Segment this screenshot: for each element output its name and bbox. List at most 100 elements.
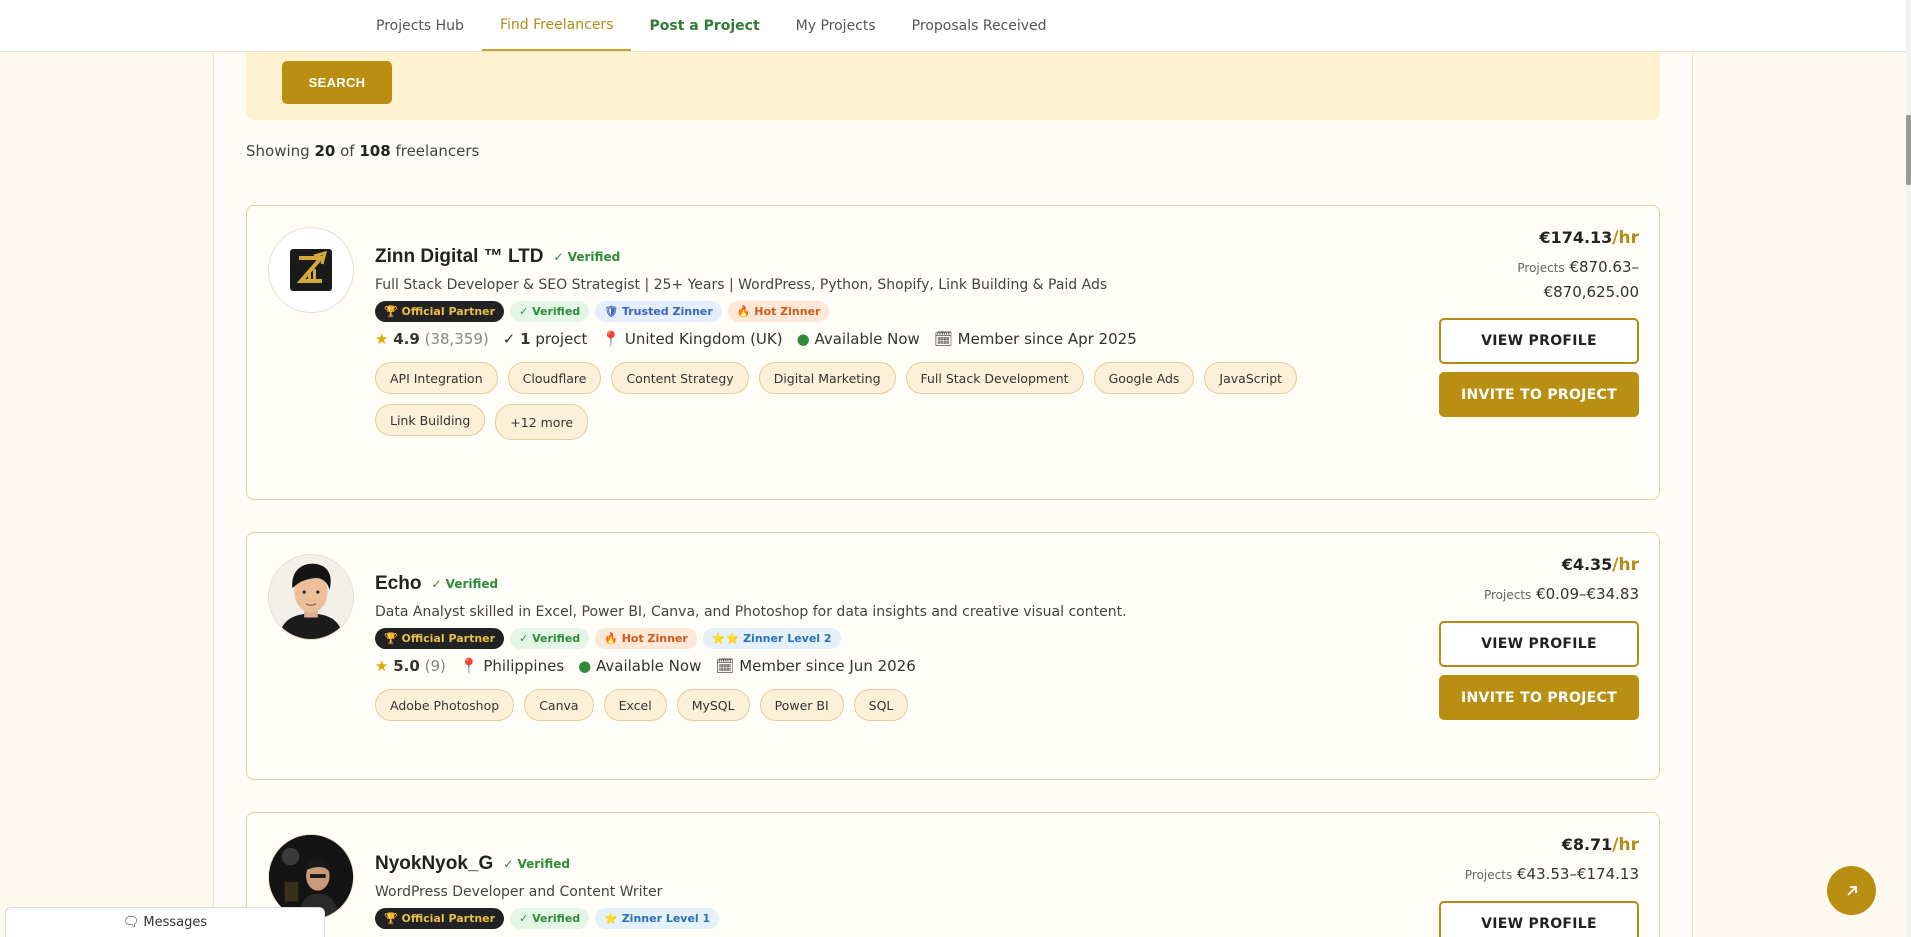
nav-proposals-received[interactable]: Proposals Received <box>894 0 1065 51</box>
projects-label: Projects <box>1464 868 1513 882</box>
location-pin-icon: 📍 <box>601 330 621 348</box>
skill-tag[interactable]: SQL <box>853 689 909 721</box>
review-count: (9) <box>424 657 446 675</box>
check-icon: ✓ <box>502 330 516 348</box>
pricing-panel: €4.35/hr Projects €0.09–€34.83 VIEW PROF… <box>1419 555 1639 720</box>
skills-list: Adobe Photoshop Canva Excel MySQL Power … <box>375 689 1375 721</box>
location-pin-icon: 📍 <box>459 657 479 675</box>
view-profile-button[interactable]: VIEW PROFILE <box>1439 901 1639 937</box>
freelancer-name[interactable]: Echo <box>375 573 421 595</box>
skill-tag[interactable]: Adobe Photoshop <box>375 689 515 721</box>
freelancer-name[interactable]: NyokNyok_G <box>375 853 493 875</box>
results-suffix: freelancers <box>395 142 480 160</box>
skill-tag[interactable]: Google Ads <box>1093 362 1195 394</box>
badge-trusted-zinner: 🛡 Trusted Zinner <box>595 301 722 322</box>
arrow-up-right-icon <box>1846 885 1857 896</box>
invite-to-project-button[interactable]: INVITE TO PROJECT <box>1439 372 1639 417</box>
badge-row: 🏆 Official Partner ✓ Verified 🔥 Hot Zinn… <box>375 628 1375 649</box>
verified-label: ✓ Verified <box>553 250 621 264</box>
star-icon: ★ <box>375 657 389 675</box>
rate-unit: /hr <box>1612 555 1639 575</box>
rate-unit: /hr <box>1612 835 1639 855</box>
nav-my-projects[interactable]: My Projects <box>778 0 894 51</box>
freelancer-headline: Full Stack Developer & SEO Strategist | … <box>375 277 1108 293</box>
projects-range: €0.09–€34.83 <box>1536 585 1639 603</box>
verified-label: ✓ Verified <box>431 577 499 591</box>
availability: Available Now <box>596 657 702 675</box>
scroll-to-top-button[interactable] <box>1827 866 1876 915</box>
view-profile-button[interactable]: VIEW PROFILE <box>1439 621 1639 667</box>
results-total: 108 <box>359 142 391 160</box>
calendar-icon: 🗓 <box>933 330 953 348</box>
results-shown: 20 <box>314 142 336 160</box>
rating: 4.9 <box>393 330 420 348</box>
skill-tag[interactable]: MySQL <box>676 689 750 721</box>
skill-tag[interactable]: Full Stack Development <box>905 362 1084 394</box>
projects-label: Projects <box>1483 588 1532 602</box>
badge-hot-zinner: 🔥 Hot Zinner <box>727 301 830 322</box>
member-since: Member since Jun 2026 <box>739 657 916 675</box>
projects-range: €870.63– <box>1569 258 1639 276</box>
projects-done-suffix: project <box>535 330 588 348</box>
star-icon: ★ <box>375 330 389 348</box>
location: United Kingdom (UK) <box>624 330 783 348</box>
available-dot-icon: ● <box>578 657 592 675</box>
rate-unit: /hr <box>1612 228 1639 248</box>
badge-verified: ✓ Verified <box>510 908 590 929</box>
pricing-panel: €8.71/hr Projects €43.53–€174.13 VIEW PR… <box>1419 835 1639 937</box>
badge-zinner-level: ⭐ Zinner Level 1 <box>595 908 720 929</box>
messages-label: Messages <box>143 915 208 930</box>
nav-find-freelancers[interactable]: Find Freelancers <box>481 0 632 51</box>
review-count: (38,359) <box>424 330 489 348</box>
skill-tag[interactable]: API Integration <box>375 362 498 394</box>
freelancer-card: NyokNyok_G ✓ Verified WordPress Develope… <box>246 812 1660 937</box>
invite-to-project-button[interactable]: INVITE TO PROJECT <box>1439 675 1639 720</box>
projects-done: 1 <box>520 330 531 348</box>
verified-label: ✓ Verified <box>503 857 570 871</box>
skill-tag[interactable]: JavaScript <box>1204 362 1298 394</box>
skill-tag[interactable]: Digital Marketing <box>758 362 896 394</box>
projects-label: Projects <box>1517 261 1565 275</box>
view-profile-button[interactable]: VIEW PROFILE <box>1439 318 1639 364</box>
availability: Available Now <box>814 330 920 348</box>
freelancer-headline: WordPress Developer and Content Writer <box>375 884 663 900</box>
calendar-icon: 🗓 <box>715 657 735 675</box>
avatar[interactable] <box>268 227 354 313</box>
card-body: NyokNyok_G ✓ Verified WordPress Develope… <box>375 853 1375 929</box>
top-navigation: Projects Hub Find Freelancers Post a Pro… <box>0 0 1906 52</box>
skills-list: API Integration Cloudflare Content Strat… <box>375 362 1375 440</box>
zinn-logo-icon <box>290 249 332 291</box>
stats-row: ★ 4.9 (38,359) ✓ 1 project 📍 United King… <box>375 330 1375 348</box>
hourly-rate: €8.71 <box>1561 835 1613 854</box>
freelancer-card: Zinn Digital ™ LTD ✓ Verified Full Stack… <box>246 205 1660 500</box>
badge-official-partner: 🏆 Official Partner <box>375 301 505 322</box>
hourly-rate: €174.13 <box>1539 228 1613 247</box>
freelancer-name[interactable]: Zinn Digital ™ LTD <box>375 246 544 268</box>
messages-tab[interactable]: 🗨 Messages <box>5 907 325 937</box>
badge-official-partner: 🏆 Official Partner <box>375 628 505 649</box>
member-since: Member since Apr 2025 <box>957 330 1137 348</box>
nav-post-project[interactable]: Post a Project <box>631 0 777 51</box>
search-panel <box>246 52 1660 120</box>
skill-tag[interactable]: Cloudflare <box>507 362 602 394</box>
more-skills-button[interactable]: +12 more <box>495 404 589 440</box>
projects-range: €43.53–€174.13 <box>1516 865 1639 883</box>
nav-projects-hub[interactable]: Projects Hub <box>358 0 482 51</box>
hourly-rate: €4.35 <box>1561 555 1613 574</box>
skill-tag[interactable]: Link Building <box>375 404 486 436</box>
pricing-panel: €174.13/hr Projects €870.63– €870,625.00… <box>1419 228 1639 417</box>
avatar[interactable] <box>268 554 354 640</box>
freelancer-headline: Data Analyst skilled in Excel, Power BI,… <box>375 604 1127 620</box>
scrollbar-thumb[interactable] <box>1906 115 1911 185</box>
results-of: of <box>340 142 355 160</box>
results-count: Showing 20 of 108 freelancers <box>246 142 479 160</box>
badge-zinner-level: ⭐⭐ Zinner Level 2 <box>702 628 841 649</box>
skill-tag[interactable]: Power BI <box>759 689 844 721</box>
freelancer-card: Echo ✓ Verified Data Analyst skilled in … <box>246 532 1660 780</box>
skill-tag[interactable]: Content Strategy <box>611 362 749 394</box>
skill-tag[interactable]: Canva <box>524 689 594 721</box>
skill-tag[interactable]: Excel <box>603 689 667 721</box>
location: Philippines <box>483 657 565 675</box>
badge-verified: ✓ Verified <box>510 301 590 322</box>
search-button[interactable]: SEARCH <box>282 61 392 104</box>
